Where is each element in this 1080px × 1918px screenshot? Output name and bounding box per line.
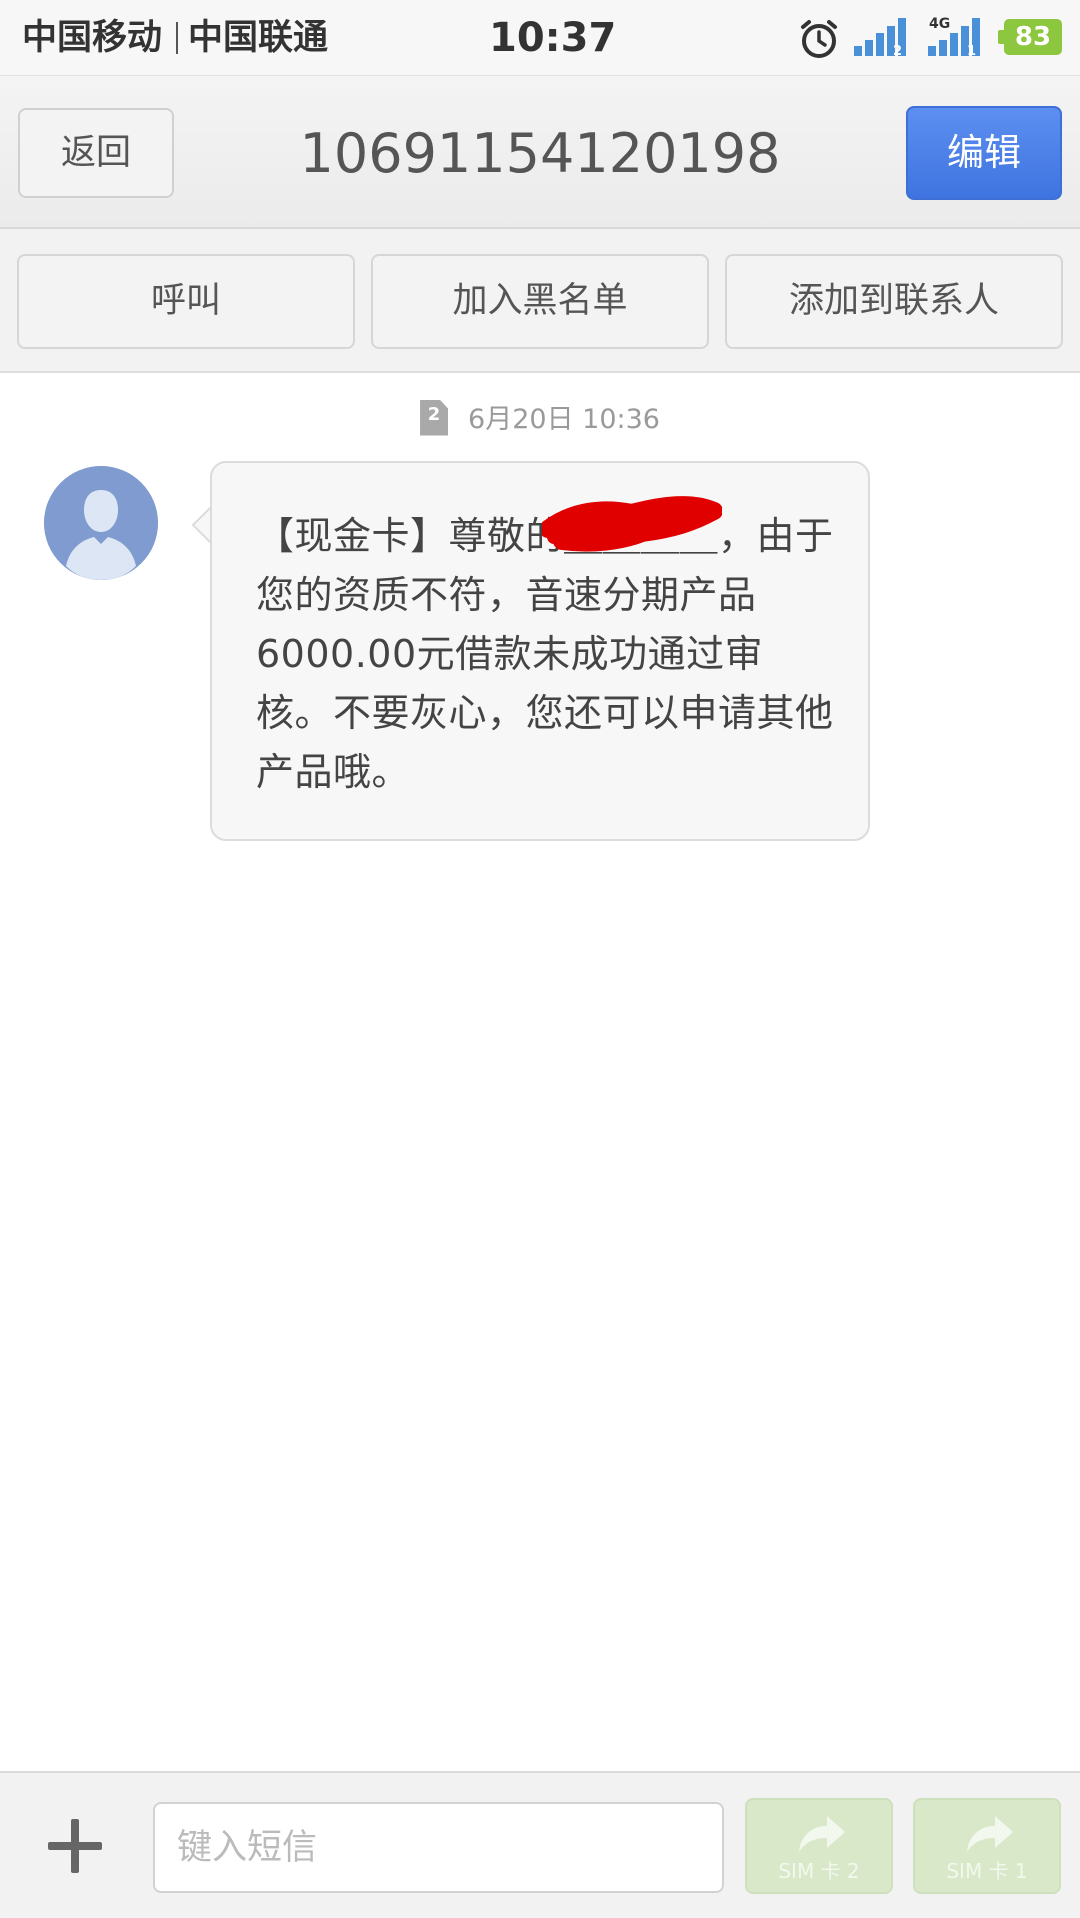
forward-arrow-icon (799, 1816, 845, 1852)
conversation-header: 返回 10691154120198 编辑 (0, 76, 1080, 229)
battery-level: 83 (1014, 22, 1052, 52)
signal-strength-icon: 2 (854, 18, 906, 56)
add-to-blacklist-button[interactable]: 加入黑名单 (371, 254, 709, 349)
redaction-scribble (542, 496, 722, 552)
page-title: 10691154120198 (299, 122, 781, 185)
status-bar: 中国移动 中国联通 10:37 2 4G 1 83 (0, 0, 1080, 76)
edit-button[interactable]: 编辑 (906, 106, 1062, 200)
send-sim1-label: SIM 卡 1 (946, 1859, 1028, 1883)
contact-action-bar: 呼叫 加入黑名单 添加到联系人 (0, 229, 1080, 373)
sim-card-number: 2 (427, 403, 441, 425)
signal-strength-icon: 1 (928, 18, 980, 56)
send-sim1-button[interactable]: SIM 卡 1 (913, 1798, 1061, 1894)
sim-card-icon: 2 (420, 399, 449, 436)
carrier-2-label: 中国联通 (188, 18, 329, 58)
sms-conversation-screen: 中国移动 中国联通 10:37 2 4G 1 83 返回 10691154120… (0, 0, 1080, 1918)
alarm-clock-icon (801, 20, 837, 58)
message-timestamp: 6月20日 10:36 (468, 404, 660, 435)
send-sim2-label: SIM 卡 2 (778, 1859, 860, 1883)
status-clock: 10:37 (489, 15, 617, 61)
message-timestamp-row: 2 6月20日 10:36 (0, 398, 1080, 442)
plus-icon[interactable] (44, 1815, 106, 1877)
message-bubble[interactable]: 【现金卡】尊敬的＿＿＿＿，由于您的资质不符，音速分期产品6000.00元借款未成… (210, 461, 870, 841)
carrier-1-label: 中国移动 (22, 18, 163, 58)
sim2-signal-badge: 1 (967, 44, 976, 56)
avatar[interactable] (44, 466, 158, 580)
add-to-contacts-button[interactable]: 添加到联系人 (725, 254, 1063, 349)
send-sim2-button[interactable]: SIM 卡 2 (745, 1798, 893, 1894)
message-input[interactable] (153, 1802, 724, 1893)
carrier-divider (176, 22, 178, 54)
message-composer: SIM 卡 2 SIM 卡 1 (0, 1771, 1080, 1918)
sim1-signal-badge: 2 (893, 44, 902, 56)
call-button[interactable]: 呼叫 (17, 254, 355, 349)
forward-arrow-icon (967, 1816, 1013, 1852)
back-button[interactable]: 返回 (18, 108, 174, 198)
battery-icon: 83 (998, 19, 1062, 55)
person-icon (44, 466, 158, 580)
